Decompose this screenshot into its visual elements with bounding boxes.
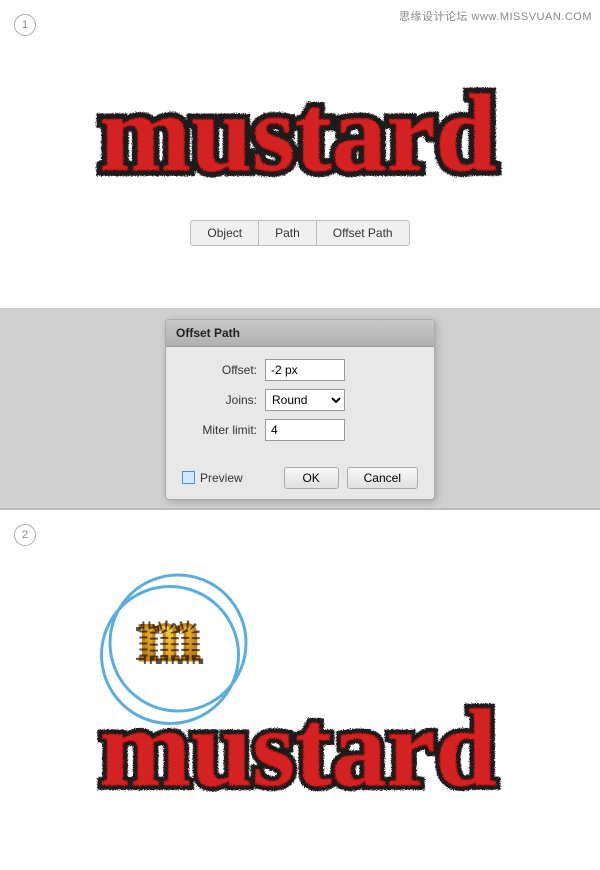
path-button[interactable]: Path xyxy=(258,220,317,246)
joins-row: Joins: Miter Round Bevel xyxy=(182,389,418,411)
section-1: 思缘设计论坛 www.MISSVUAN.COM 1 mustard mustar… xyxy=(0,0,600,310)
offset-label: Offset: xyxy=(182,363,257,377)
offset-input[interactable] xyxy=(265,359,345,381)
dialog-footer: Preview OK Cancel xyxy=(166,459,434,499)
joins-select[interactable]: Miter Round Bevel xyxy=(265,389,345,411)
mustard-svg-1: mustard mustard xyxy=(70,25,530,205)
offset-path-dialog: Offset Path Offset: Joins: Miter Round B… xyxy=(165,319,435,500)
preview-label: Preview xyxy=(200,471,243,485)
joins-select-wrap: Miter Round Bevel xyxy=(265,389,345,411)
section-2: 2 xyxy=(0,510,600,870)
step-badge-1: 1 xyxy=(14,14,36,36)
dialog-section: Offset Path Offset: Joins: Miter Round B… xyxy=(0,310,600,510)
mustard-text-display-2: m m mustard mustard xyxy=(0,510,600,870)
watermark: 思缘设计论坛 www.MISSVUAN.COM xyxy=(399,8,592,24)
object-button[interactable]: Object xyxy=(190,220,259,246)
mustard-text-display-1: mustard mustard xyxy=(0,0,600,220)
miter-row: Miter limit: xyxy=(182,419,418,441)
cancel-button[interactable]: Cancel xyxy=(347,467,418,489)
offset-row: Offset: xyxy=(182,359,418,381)
miter-input[interactable] xyxy=(265,419,345,441)
offset-path-button[interactable]: Offset Path xyxy=(316,220,410,246)
svg-text:mustard: mustard xyxy=(99,72,496,194)
miter-label: Miter limit: xyxy=(182,423,257,437)
dialog-title: Offset Path xyxy=(166,320,434,347)
circle-highlight xyxy=(100,585,240,725)
toolbar-buttons: Object Path Offset Path xyxy=(0,220,600,264)
preview-check: Preview xyxy=(182,471,276,485)
dialog-body: Offset: Joins: Miter Round Bevel Miter l… xyxy=(166,347,434,459)
ok-button[interactable]: OK xyxy=(284,467,339,489)
preview-checkbox[interactable] xyxy=(182,471,195,484)
joins-label: Joins: xyxy=(182,393,257,407)
section2-content: m m mustard mustard xyxy=(0,510,600,870)
